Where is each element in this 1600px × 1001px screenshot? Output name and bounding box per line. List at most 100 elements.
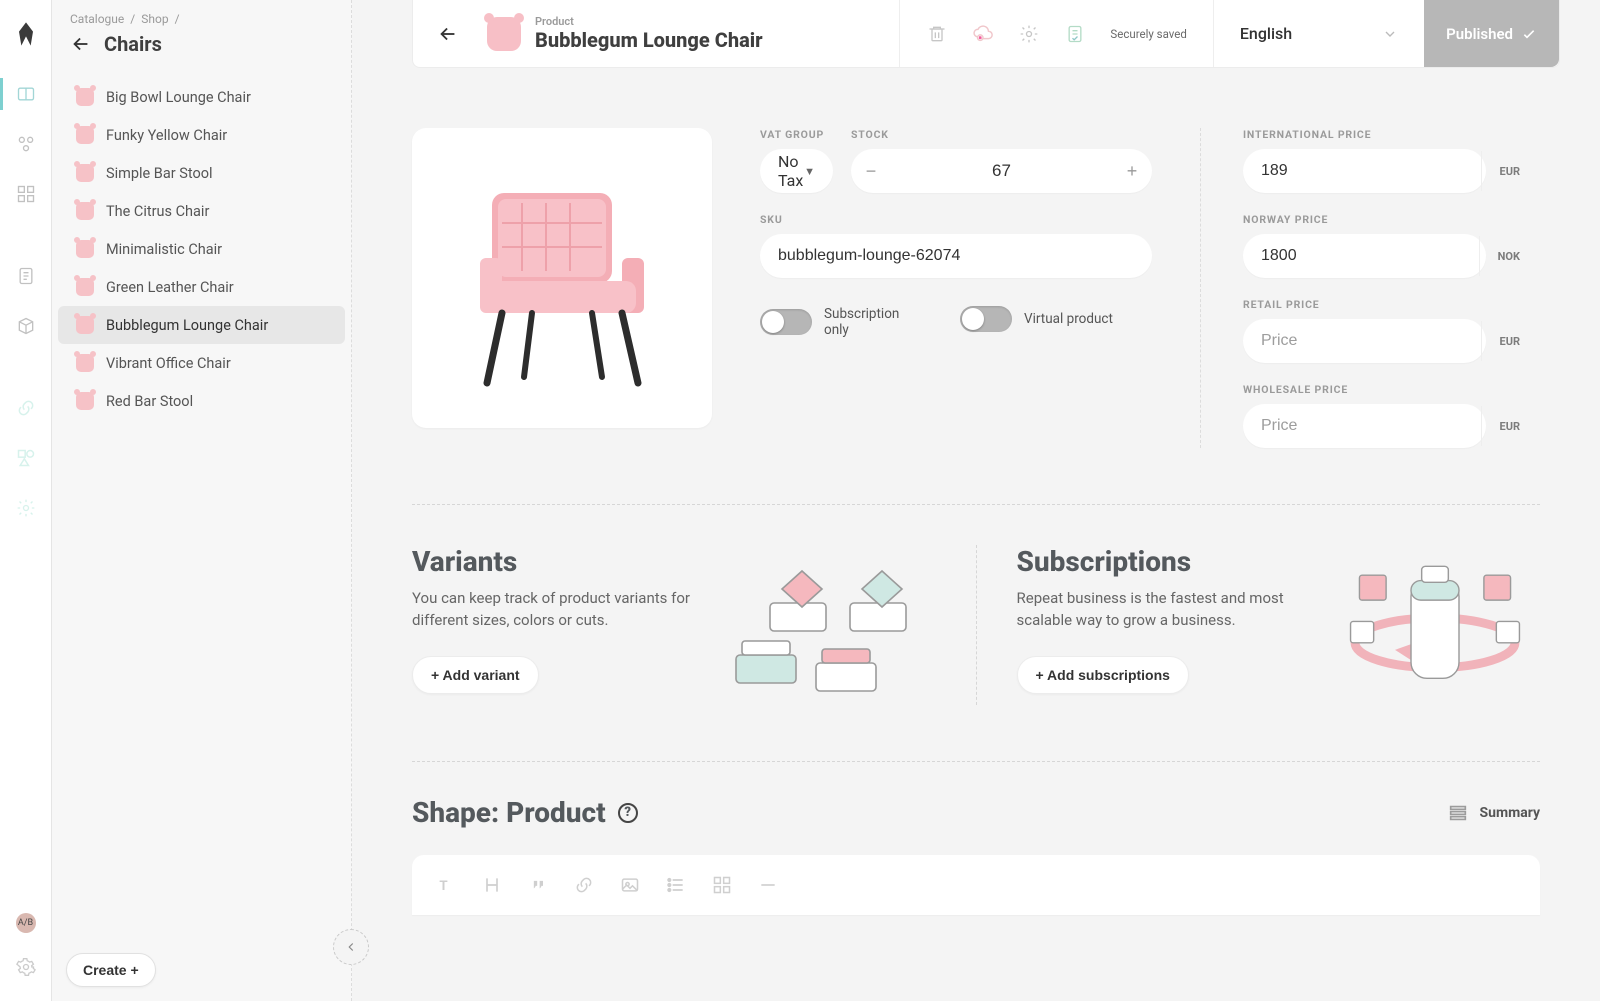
increment-button[interactable]: + (1112, 161, 1152, 182)
editor-toolbar: T (412, 855, 1540, 915)
language-value: English (1240, 24, 1292, 43)
decrement-button[interactable]: − (851, 161, 891, 182)
saved-status: Securely saved (1110, 27, 1186, 41)
intl-price-label: INTERNATIONAL PRICE (1243, 128, 1540, 141)
subscriptions-title: Subscriptions (1017, 545, 1307, 578)
stock-label: STOCK (851, 128, 1152, 141)
add-subscriptions-button[interactable]: + Add subscriptions (1017, 656, 1189, 694)
list-item[interactable]: Green Leather Chair (58, 268, 345, 306)
check-icon (1521, 26, 1537, 42)
product-icon (76, 164, 94, 182)
ab-badge[interactable]: A/B (16, 913, 36, 933)
shape-title: Shape: Product (412, 796, 606, 829)
vat-group-label: VAT GROUP (760, 128, 833, 141)
settings-icon[interactable] (1018, 23, 1040, 45)
tool-grid-icon[interactable] (712, 875, 732, 895)
list-item[interactable]: Vibrant Office Chair (58, 344, 345, 382)
product-icon (76, 202, 94, 220)
sku-label: SKU (760, 213, 1152, 226)
doc-saved-icon (1064, 23, 1086, 45)
list-item[interactable]: Simple Bar Stool (58, 154, 345, 192)
main: Product Bubblegum Lounge Chair Securely … (352, 0, 1600, 1001)
breadcrumb: Catalogue / Shop / (70, 12, 333, 26)
nav-grid[interactable] (0, 172, 51, 216)
stock-stepper[interactable]: − + (851, 149, 1152, 193)
variants-description: You can keep track of product variants f… (412, 588, 702, 632)
nav-link[interactable] (0, 386, 51, 430)
wholesale-price-currency: EUR (1481, 406, 1539, 446)
virtual-product-toggle[interactable]: Virtual product (960, 306, 1113, 332)
vat-group-select[interactable]: No Tax ▼ (760, 149, 833, 193)
list-item[interactable]: Bubblegum Lounge Chair (58, 306, 345, 344)
list-item[interactable]: Red Bar Stool (58, 382, 345, 420)
variants-title: Variants (412, 545, 702, 578)
retail-price-currency: EUR (1481, 321, 1539, 361)
wholesale-price-label: WHOLESALE PRICE (1243, 383, 1540, 396)
delete-icon[interactable] (926, 23, 948, 45)
tool-text-icon[interactable]: T (436, 875, 456, 895)
product-icon (76, 126, 94, 144)
intl-price-currency: EUR (1481, 151, 1539, 191)
list-item[interactable]: Funky Yellow Chair (58, 116, 345, 154)
sidebar-title: Chairs (104, 32, 162, 56)
sku-input[interactable] (760, 234, 1152, 278)
catalogue-sidebar: Catalogue / Shop / Chairs Big Bowl Loung… (52, 0, 352, 1001)
product-list: Big Bowl Lounge Chair Funky Yellow Chair… (52, 78, 351, 420)
subscriptions-illustration (1330, 545, 1540, 705)
variants-illustration (726, 545, 936, 705)
tool-heading-icon[interactable] (482, 875, 502, 895)
stock-input[interactable] (891, 161, 1112, 181)
nav-gear-icon[interactable] (0, 949, 51, 985)
nav-catalogue[interactable] (0, 72, 51, 116)
subscriptions-block: Subscriptions Repeat business is the fas… (976, 545, 1541, 705)
subscription-only-toggle[interactable]: Subscription only (760, 306, 924, 338)
nav-media[interactable] (0, 122, 51, 166)
chevron-down-icon (1382, 26, 1398, 42)
nav-shapes[interactable] (0, 436, 51, 480)
product-type-icon (487, 17, 521, 51)
tool-image-icon[interactable] (620, 875, 640, 895)
sidebar-back-button[interactable] (70, 33, 92, 55)
product-icon (76, 354, 94, 372)
crumb-catalogue[interactable]: Catalogue (70, 12, 124, 26)
icon-rail: A/B (0, 0, 52, 1001)
nav-orders[interactable] (0, 254, 51, 298)
page-header: Product Bubblegum Lounge Chair Securely … (412, 0, 1560, 68)
tool-list-icon[interactable] (666, 875, 686, 895)
summary-link[interactable]: Summary (1447, 802, 1540, 824)
retail-price-input[interactable] (1243, 319, 1486, 363)
product-icon (76, 316, 94, 334)
header-back-button[interactable] (413, 0, 483, 67)
list-item[interactable]: Minimalistic Chair (58, 230, 345, 268)
wholesale-price-input[interactable] (1243, 404, 1486, 448)
help-icon[interactable]: ? (618, 803, 638, 823)
tool-divider-icon[interactable] (758, 875, 778, 895)
product-icon (76, 240, 94, 258)
publish-status-button[interactable]: Published (1424, 0, 1559, 67)
nav-settings-icon[interactable] (0, 486, 51, 530)
intl-price-input[interactable] (1243, 149, 1486, 193)
list-item[interactable]: The Citrus Chair (58, 192, 345, 230)
subscriptions-description: Repeat business is the fastest and most … (1017, 588, 1307, 632)
norway-price-input[interactable] (1243, 234, 1486, 278)
nav-box[interactable] (0, 304, 51, 348)
tool-quote-icon[interactable] (528, 875, 548, 895)
product-image[interactable] (412, 128, 712, 428)
norway-price-currency: NOK (1479, 236, 1538, 276)
divider (412, 761, 1540, 762)
add-variant-button[interactable]: + Add variant (412, 656, 539, 694)
svg-text:T: T (439, 879, 447, 894)
divider (412, 504, 1540, 505)
product-icon (76, 278, 94, 296)
page-title: Bubblegum Lounge Chair (535, 28, 763, 52)
list-item[interactable]: Big Bowl Lounge Chair (58, 78, 345, 116)
tool-link-icon[interactable] (574, 875, 594, 895)
crystallize-logo[interactable] (12, 20, 40, 48)
language-selector[interactable]: English (1213, 0, 1424, 67)
crumb-shop[interactable]: Shop (141, 12, 168, 26)
create-button[interactable]: Create + (66, 953, 156, 987)
variants-block: Variants You can keep track of product v… (412, 545, 976, 705)
caret-down-icon: ▼ (804, 165, 815, 178)
unpublish-icon[interactable] (972, 23, 994, 45)
header-kind: Product (535, 15, 763, 28)
